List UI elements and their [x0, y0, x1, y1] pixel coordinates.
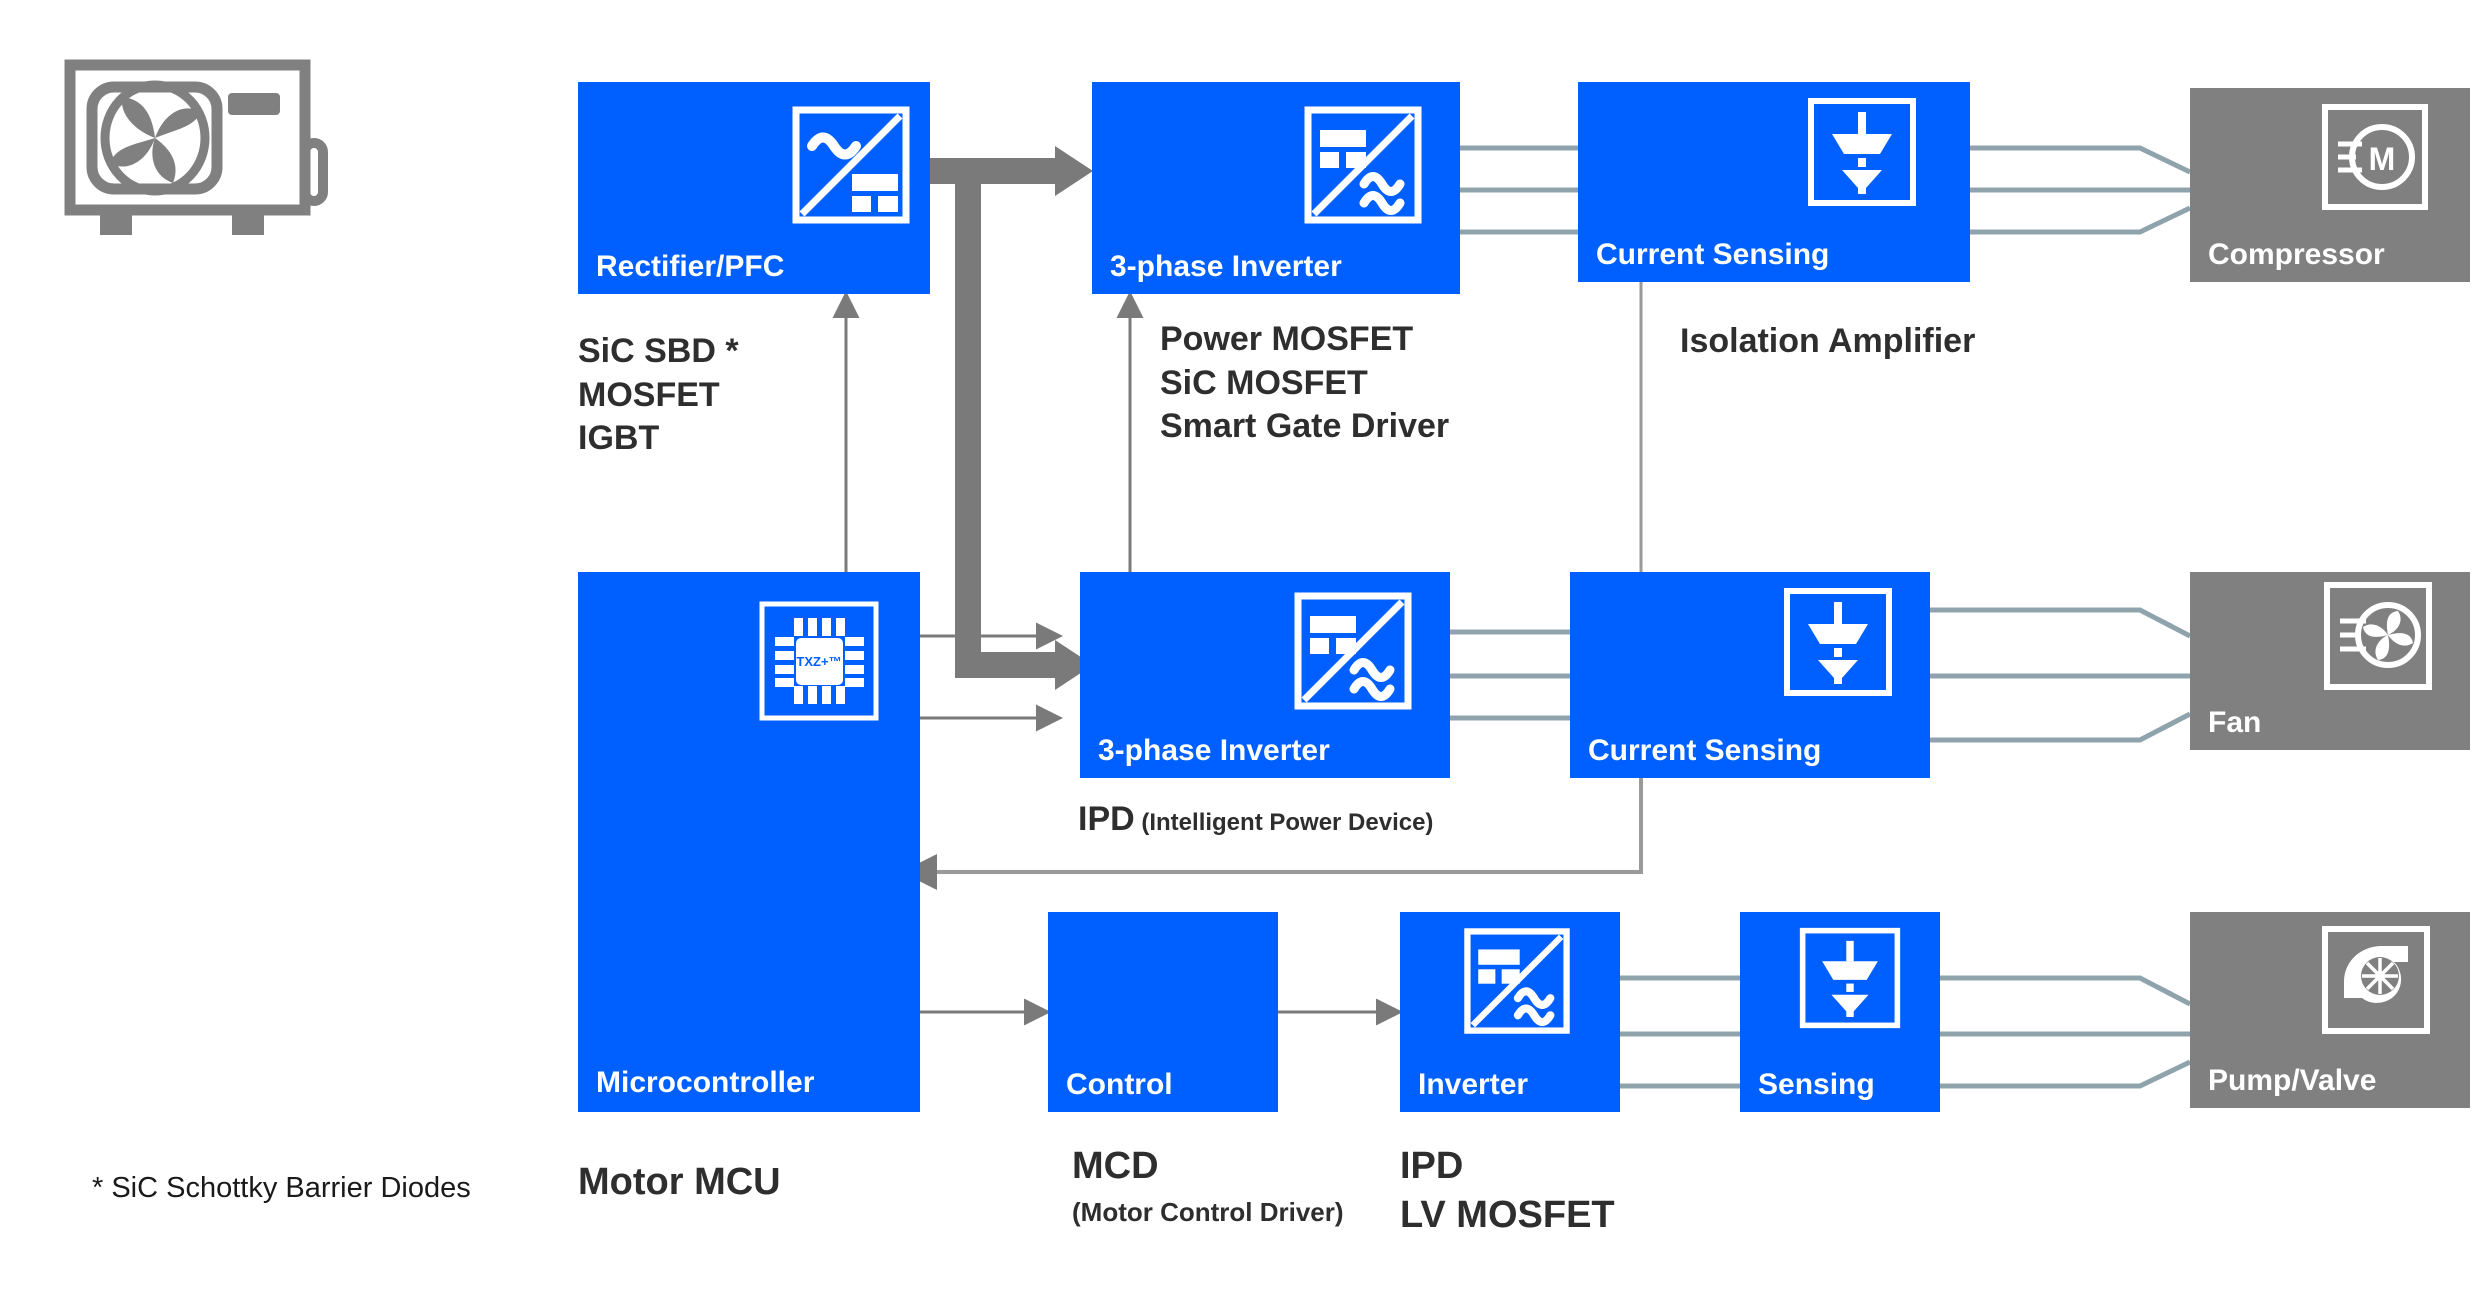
mcu-chip-icon: TXZ+™: [758, 600, 880, 722]
block-inverter-mid[interactable]: 3-phase Inverter: [1080, 572, 1450, 778]
block-sensing-bottom[interactable]: Sensing: [1740, 912, 1940, 1112]
air-conditioner-outdoor-unit-icon: [60, 55, 360, 235]
annotation-mcd-abbr: MCD: [1072, 1145, 1159, 1187]
block-label: Sensing: [1758, 1067, 1875, 1101]
block-fan[interactable]: Fan: [2190, 572, 2470, 750]
phase-lines-top-sensing-compressor: [1970, 145, 2192, 235]
annotation-line: SiC MOSFET: [1160, 363, 1368, 402]
block-inverter-bottom[interactable]: Inverter: [1400, 912, 1620, 1112]
motor-icon: M: [2320, 102, 2430, 212]
motor-letter: M: [2369, 141, 2396, 177]
isolation-amplifier-icon: [1782, 586, 1894, 698]
block-rectifier-pfc[interactable]: Rectifier/PFC: [578, 82, 930, 294]
annotation-line: MOSFET: [578, 375, 720, 414]
phase-lines-mid-sensing-fan: [1930, 607, 2192, 743]
block-label: Inverter: [1418, 1067, 1529, 1101]
block-microcontroller[interactable]: TXZ+™ Microcontroller: [578, 572, 920, 1112]
annotation-ipd-mid: IPD (Intelligent Power Device): [1078, 798, 1433, 842]
annotation-isolation-amplifier: Isolation Amplifier: [1680, 322, 1976, 360]
isolation-amplifier-icon: [1798, 926, 1902, 1030]
annotation-ipd-bottom: IPD LV MOSFET: [1400, 1142, 1615, 1239]
phase-lines-bottom-sensing-pump: [1940, 975, 2192, 1089]
block-label: Fan: [2208, 705, 2262, 739]
pump-valve-icon: [2320, 924, 2432, 1036]
isolation-amplifier-icon: [1806, 96, 1918, 208]
annotation-expansion: (Intelligent Power Device): [1141, 809, 1434, 836]
ac-to-dc-converter-icon: [790, 104, 912, 226]
block-label: Current Sensing: [1596, 237, 1830, 271]
block-label: Current Sensing: [1588, 733, 1822, 767]
annotation-abbr: IPD: [1078, 800, 1135, 838]
mcu-to-inverter-connectors: [920, 622, 1063, 732]
block-label: 3-phase Inverter: [1098, 733, 1330, 767]
dc-to-ac-inverter-icon: [1462, 926, 1572, 1036]
block-label: Pump/Valve: [2208, 1063, 2377, 1097]
phase-lines-bottom-inverter-sensing: [1620, 975, 1740, 1089]
annotation-line: Power MOSFET: [1160, 320, 1414, 358]
diagram-canvas: Rectifier/PFC 3-phase Inverter Current S…: [0, 0, 2482, 1298]
block-control[interactable]: Control: [1048, 912, 1278, 1112]
block-current-sensing-top[interactable]: Current Sensing: [1578, 82, 1970, 282]
block-label: Compressor: [2208, 237, 2385, 271]
annotation-mcd-expansion: (Motor Control Driver): [1072, 1197, 1344, 1227]
footnote-sic-sbd: * SiC Schottky Barrier Diodes: [92, 1172, 471, 1204]
block-label: Microcontroller: [596, 1065, 815, 1099]
annotation-inverter-devices: Power MOSFET SiC MOSFET Smart Gate Driver: [1160, 318, 1449, 449]
annotation-rectifier-devices: SiC SBD * MOSFET IGBT: [578, 330, 739, 461]
phase-lines-top-inverter-sensing: [1460, 145, 1578, 235]
fan-icon: [2322, 580, 2434, 692]
annotation-line: Smart Gate Driver: [1160, 407, 1450, 446]
annotation-line: IGBT: [578, 419, 660, 458]
block-label: 3-phase Inverter: [1110, 249, 1342, 283]
annotation-motor-mcu: Motor MCU: [578, 1161, 781, 1203]
block-inverter-top[interactable]: 3-phase Inverter: [1092, 82, 1460, 294]
phase-lines-mid-inverter-sensing: [1450, 629, 1570, 721]
block-label: Rectifier/PFC: [596, 249, 785, 283]
annotation-line: LV MOSFET: [1400, 1193, 1615, 1236]
block-current-sensing-mid[interactable]: Current Sensing: [1570, 572, 1930, 778]
block-label: Control: [1066, 1067, 1173, 1101]
dc-bus-connector: [925, 146, 1093, 690]
block-pump-valve[interactable]: Pump/Valve: [2190, 912, 2470, 1108]
annotation-line: SiC SBD *: [578, 332, 739, 370]
annotation-line: IPD: [1400, 1145, 1464, 1187]
dc-to-ac-inverter-icon: [1302, 104, 1424, 226]
chip-marking: TXZ+™: [796, 654, 841, 669]
block-compressor[interactable]: M Compressor: [2190, 88, 2470, 282]
dc-to-ac-inverter-icon: [1292, 590, 1414, 712]
